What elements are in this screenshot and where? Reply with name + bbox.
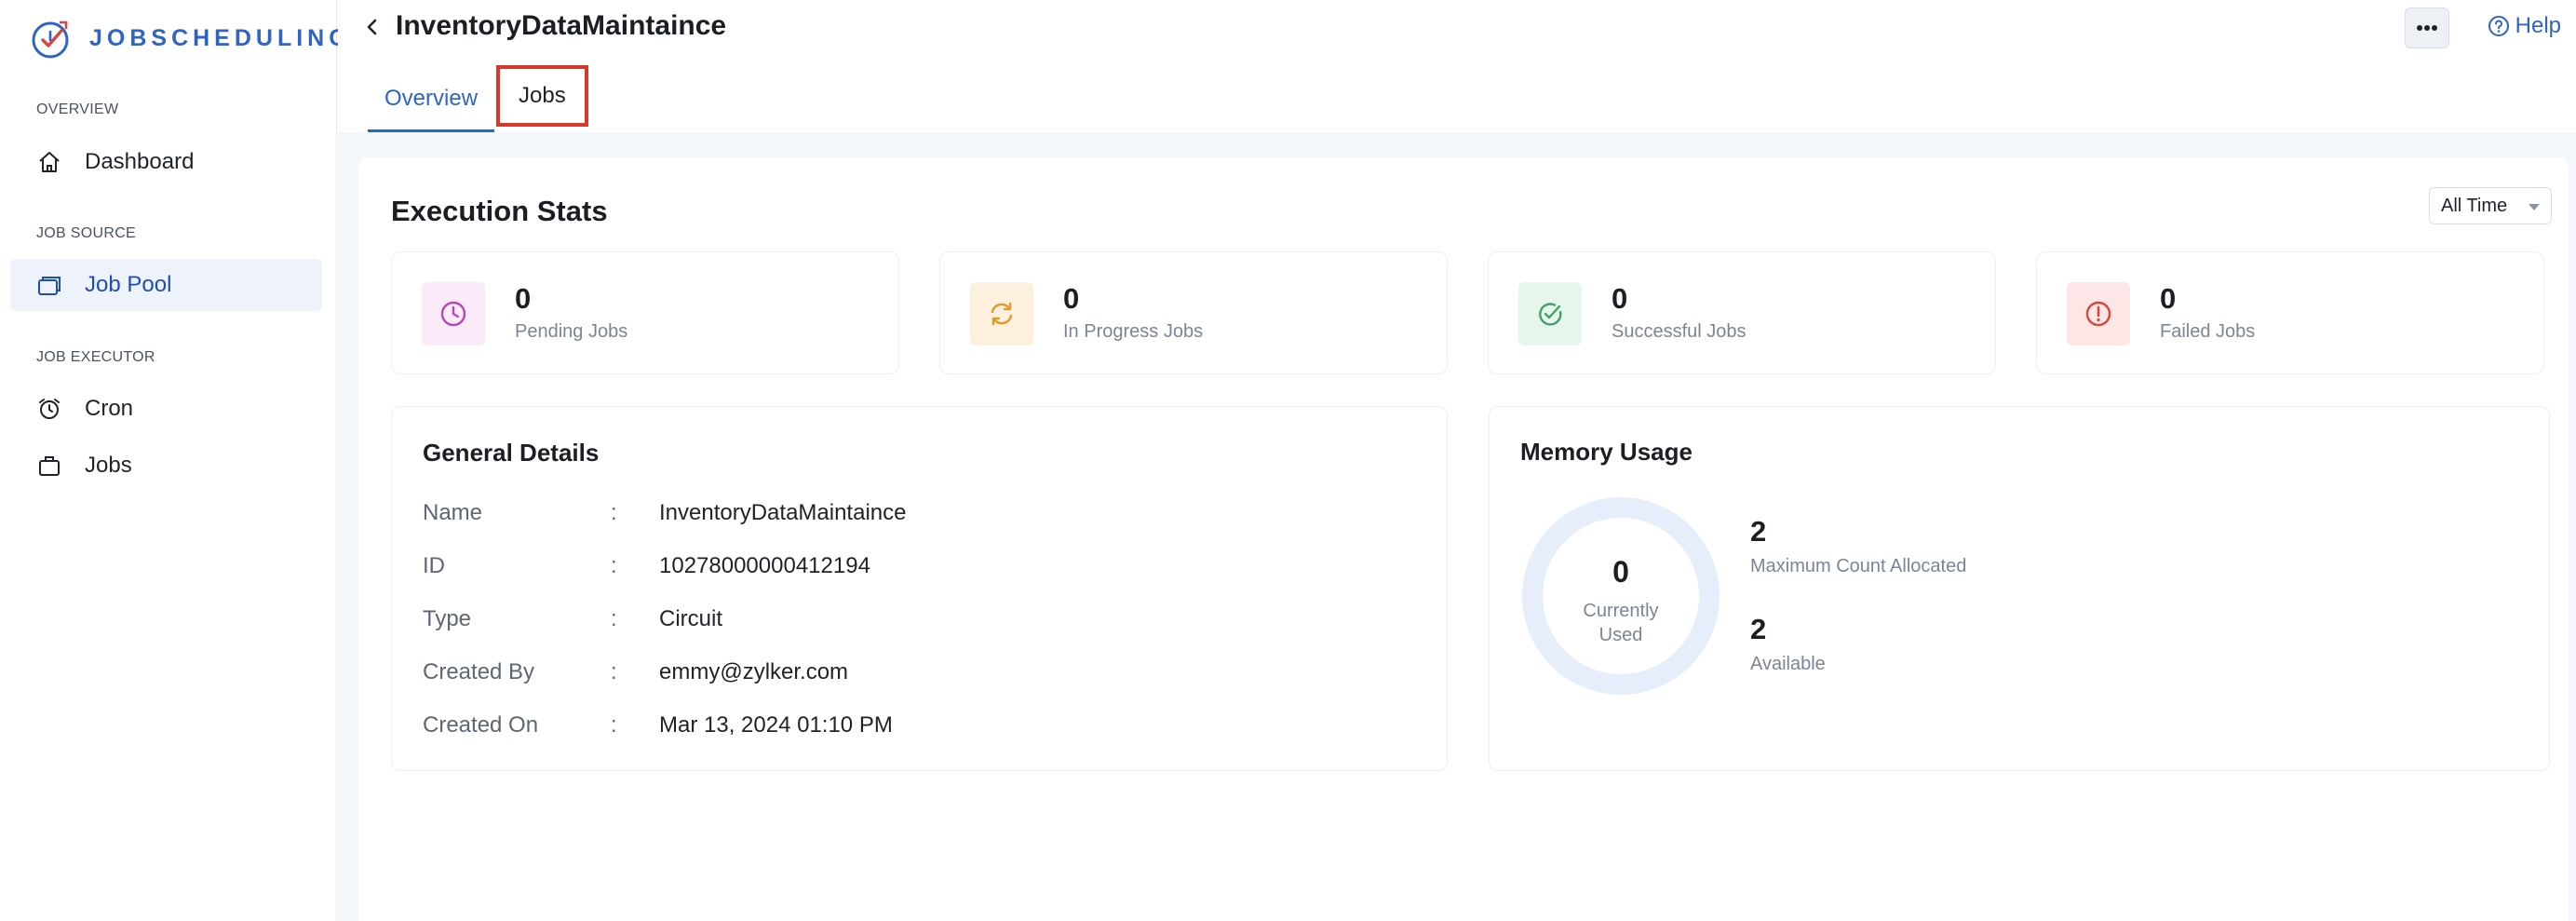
detail-value: Circuit	[659, 606, 723, 631]
chevron-left-icon	[367, 19, 377, 35]
detail-key: Type	[423, 606, 472, 631]
page-title: InventoryDataMaintaince	[396, 10, 727, 41]
sidebar-item-label: Job Pool	[85, 272, 172, 297]
detail-row-created-by: Created By : emmy@zylker.com	[423, 654, 848, 691]
donut-center: 0 Currently Used	[1521, 496, 1720, 696]
detail-separator: :	[611, 500, 617, 525]
stat-value: 0	[1063, 282, 1080, 315]
available-value: 2	[1750, 613, 1767, 645]
memory-usage-title: Memory Usage	[1520, 438, 1693, 466]
sidebar-section-job-source: JOB SOURCE	[36, 225, 137, 241]
stat-label: Pending Jobs	[515, 321, 628, 342]
refresh-icon	[970, 282, 1033, 345]
detail-value: Mar 13, 2024 01:10 PM	[659, 712, 893, 738]
stat-card-successful: 0 Successful Jobs	[1488, 251, 1996, 374]
detail-row-created-on: Created On : Mar 13, 2024 01:10 PM	[423, 707, 893, 744]
sidebar-section-job-executor: JOB EXECUTOR	[36, 349, 155, 365]
detail-value: 10278000000412194	[659, 553, 870, 578]
sidebar-item-dashboard[interactable]: Dashboard	[10, 136, 322, 188]
currently-used-label: Currently Used	[1583, 601, 1659, 645]
more-horizontal-icon	[2417, 25, 2437, 31]
detail-row-type: Type : Circuit	[423, 601, 722, 638]
detail-separator: :	[611, 606, 617, 631]
more-options-button[interactable]	[2405, 7, 2449, 48]
detail-separator: :	[611, 553, 617, 578]
help-label: Help	[2515, 13, 2561, 38]
brand-name: JOBSCHEDULING	[89, 24, 352, 51]
chevron-down-icon	[2529, 204, 2540, 210]
detail-value: InventoryDataMaintaince	[659, 500, 907, 525]
sidebar-item-label: Dashboard	[85, 149, 195, 174]
sidebar-item-cron[interactable]: Cron	[10, 383, 322, 435]
brand[interactable]: JOBSCHEDULING	[30, 17, 352, 60]
memory-usage-card: Memory Usage 0 Currently Used 2 Maximum …	[1489, 406, 2550, 771]
brand-logo-icon	[32, 20, 69, 59]
tab-bar: Overview Jobs	[368, 65, 588, 132]
help-link[interactable]: Help	[2488, 13, 2561, 39]
clock-icon	[422, 282, 485, 345]
back-button[interactable]	[358, 13, 386, 41]
detail-separator: :	[611, 659, 617, 684]
sidebar-section-overview: OVERVIEW	[36, 102, 119, 117]
app-root: JOBSCHEDULING OVERVIEW Dashboard JOB SOU…	[0, 0, 2576, 921]
stat-value: 0	[2160, 282, 2177, 315]
detail-key: ID	[423, 553, 445, 578]
time-range-select[interactable]: All Time	[2429, 187, 2552, 224]
maximum-count-value: 2	[1750, 515, 1767, 548]
execution-stats-title: Execution Stats	[391, 195, 608, 227]
stat-value: 0	[1612, 282, 1628, 315]
stat-value: 0	[515, 282, 532, 315]
general-details-title: General Details	[423, 439, 600, 467]
alarm-clock-icon	[36, 396, 62, 422]
sidebar-item-jobs[interactable]: Jobs	[10, 440, 322, 492]
detail-key: Created By	[423, 659, 535, 684]
stat-card-pending: 0 Pending Jobs	[391, 251, 899, 374]
currently-used-value: 0	[1612, 555, 1629, 589]
time-range-value: All Time	[2441, 195, 2508, 216]
main-content: Execution Stats All Time 0 Pending Jobs …	[338, 132, 2576, 921]
available-label: Available	[1750, 654, 1826, 674]
sidebar-item-label: Jobs	[85, 453, 132, 478]
detail-row-name: Name : InventoryDataMaintaince	[423, 494, 906, 532]
sidebar-item-label: Cron	[85, 396, 134, 421]
detail-key: Created On	[423, 712, 539, 738]
page-header: InventoryDataMaintaince Help Overview Jo…	[338, 0, 2576, 132]
job-pool-icon	[36, 272, 62, 298]
alert-circle-icon	[2067, 282, 2130, 345]
stat-label: In Progress Jobs	[1063, 321, 1204, 342]
detail-separator: :	[611, 712, 617, 738]
tab-jobs[interactable]: Jobs	[496, 65, 588, 127]
help-circle-icon	[2488, 16, 2509, 36]
stat-card-in-progress: 0 In Progress Jobs	[939, 251, 1448, 374]
detail-row-id: ID : 10278000000412194	[423, 548, 870, 585]
stat-label: Successful Jobs	[1612, 321, 1747, 342]
sidebar: JOBSCHEDULING OVERVIEW Dashboard JOB SOU…	[0, 0, 347, 921]
briefcase-icon	[36, 453, 62, 479]
home-icon	[36, 149, 62, 175]
execution-stats-panel: Execution Stats All Time 0 Pending Jobs …	[358, 157, 2569, 921]
detail-key: Name	[423, 500, 483, 525]
tab-overview[interactable]: Overview	[368, 65, 495, 132]
check-circle-icon	[1518, 282, 1582, 345]
stat-card-failed: 0 Failed Jobs	[2036, 251, 2544, 374]
detail-value: emmy@zylker.com	[659, 659, 849, 684]
maximum-count-label: Maximum Count Allocated	[1750, 556, 1967, 576]
sidebar-item-job-pool[interactable]: Job Pool	[10, 259, 322, 311]
general-details-card: General Details Name : InventoryDataMain…	[391, 406, 1448, 771]
stat-label: Failed Jobs	[2160, 321, 2256, 342]
